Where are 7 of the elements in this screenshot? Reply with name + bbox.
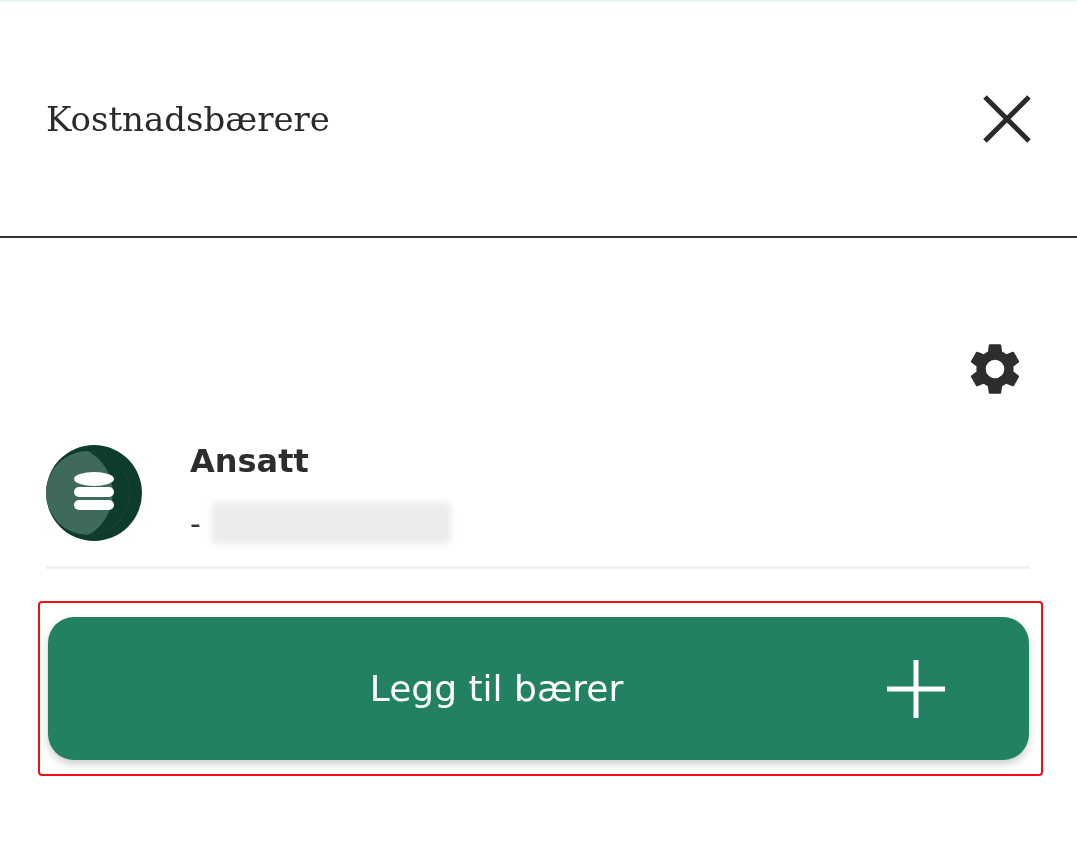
- carrier-name: Ansatt: [190, 442, 310, 480]
- carrier-prefix: -: [190, 505, 201, 541]
- database-avatar-icon: [46, 445, 142, 541]
- carrier-list-item[interactable]: Ansatt -: [46, 404, 1030, 569]
- plus-icon: [887, 659, 945, 718]
- add-carrier-button[interactable]: Legg til bærer: [48, 617, 1029, 760]
- dialog-title: Kostnadsbærere: [46, 99, 330, 139]
